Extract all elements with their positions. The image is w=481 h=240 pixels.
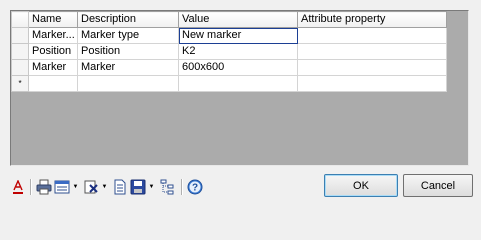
table-layout-dropdown-icon[interactable]: ▼ [72, 178, 79, 196]
delete-filter-icon[interactable] [83, 178, 99, 196]
cell-name[interactable]: Marker... [28, 27, 78, 44]
column-header-attribute-property[interactable]: Attribute property [297, 11, 447, 28]
cell-attribute[interactable] [297, 43, 447, 60]
table-layout-icon[interactable] [54, 178, 70, 196]
toolbar-separator [181, 179, 183, 195]
font-color-icon[interactable] [12, 178, 24, 196]
attribute-grid[interactable]: Name Description Value Attribute propert… [10, 10, 469, 166]
cell-value[interactable]: K2 [178, 43, 298, 60]
cell-value-editor[interactable]: New marker [178, 27, 298, 44]
cancel-button[interactable]: Cancel [403, 174, 473, 197]
cell-description[interactable]: Marker type [77, 27, 179, 44]
document-icon[interactable] [112, 178, 128, 196]
delete-filter-dropdown-icon[interactable]: ▼ [101, 178, 108, 196]
cell-attribute[interactable] [297, 27, 447, 44]
new-row-marker[interactable]: * [11, 75, 29, 92]
help-icon[interactable]: ? [187, 178, 203, 196]
cell-value[interactable]: 600x600 [178, 59, 298, 76]
ok-button[interactable]: OK [324, 174, 398, 197]
save-icon[interactable] [130, 178, 146, 196]
row-header[interactable] [11, 27, 29, 44]
cell-description[interactable]: Position [77, 43, 179, 60]
toolbar: ▼ ▼ ▼ ? [12, 177, 205, 197]
cell-attribute[interactable] [297, 59, 447, 76]
column-header-name[interactable]: Name [28, 11, 78, 28]
svg-text:?: ? [192, 183, 198, 194]
cell-name[interactable]: Position [28, 43, 78, 60]
table-row[interactable]: Marker... Marker type New marker [11, 27, 447, 44]
corner-cell[interactable] [11, 11, 29, 28]
cell-value[interactable] [178, 75, 298, 92]
new-row[interactable]: * [11, 75, 447, 92]
column-header-value[interactable]: Value [178, 11, 298, 28]
row-header[interactable] [11, 59, 29, 76]
cell-description[interactable]: Marker [77, 59, 179, 76]
cell-description[interactable] [77, 75, 179, 92]
cell-name[interactable] [28, 75, 78, 92]
tree-structure-icon[interactable] [159, 178, 175, 196]
header-row: Name Description Value Attribute propert… [11, 11, 447, 28]
cell-attribute[interactable] [297, 75, 447, 92]
table-row[interactable]: Marker Marker 600x600 [11, 59, 447, 76]
cell-name[interactable]: Marker [28, 59, 78, 76]
attribute-table: Name Description Value Attribute propert… [11, 11, 447, 92]
table-row[interactable]: Position Position K2 [11, 43, 447, 60]
column-header-description[interactable]: Description [77, 11, 179, 28]
row-header[interactable] [11, 43, 29, 60]
print-icon[interactable] [36, 178, 52, 196]
save-dropdown-icon[interactable]: ▼ [148, 178, 155, 196]
toolbar-separator [30, 179, 32, 195]
